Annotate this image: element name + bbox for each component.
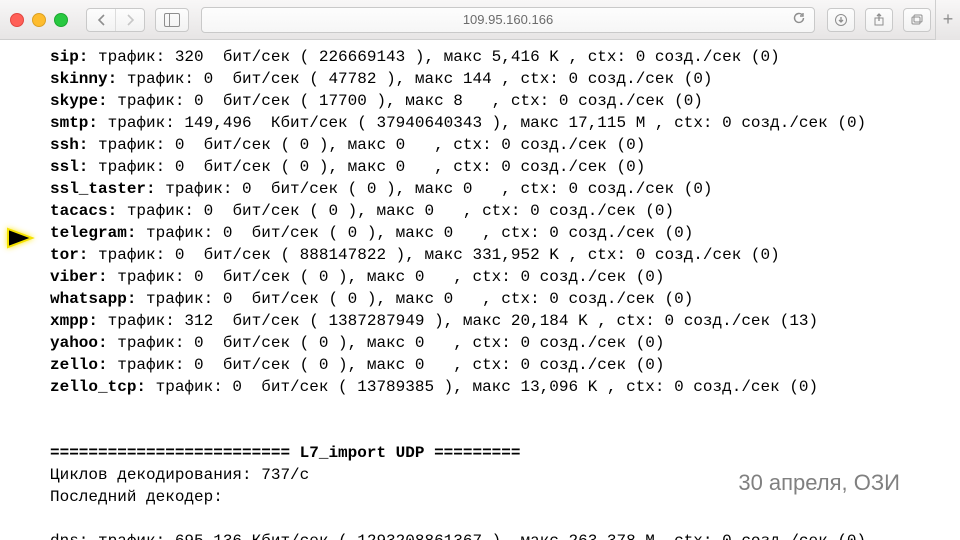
stat-row: telegram: трафик: 0 бит/сек ( 0 ), макс … <box>50 222 960 244</box>
zoom-icon[interactable] <box>54 13 68 27</box>
stat-row: sip: трафик: 320 бит/сек ( 226669143 ), … <box>50 46 960 68</box>
address-bar[interactable]: 109.95.160.166 <box>201 7 815 33</box>
window-controls <box>10 13 68 27</box>
new-tab-button[interactable]: + <box>935 0 960 40</box>
stat-row: whatsapp: трафик: 0 бит/сек ( 0 ), макс … <box>50 288 960 310</box>
url-text: 109.95.160.166 <box>463 12 553 27</box>
stat-row-partial: dns: трафик: 695,136 Кбит/сек ( 12932088… <box>50 530 960 540</box>
sidebar-icon <box>164 13 180 27</box>
pointer-marker-icon <box>4 225 40 256</box>
sidebar-toggle[interactable] <box>155 8 189 32</box>
stat-row: skype: трафик: 0 бит/сек ( 17700 ), макс… <box>50 90 960 112</box>
close-icon[interactable] <box>10 13 24 27</box>
stat-row: viber: трафик: 0 бит/сек ( 0 ), макс 0 ,… <box>50 266 960 288</box>
page-content: sip: трафик: 320 бит/сек ( 226669143 ), … <box>0 40 960 540</box>
toolbar-right <box>827 8 931 32</box>
caption-label: 30 апреля, ОЗИ <box>738 470 900 496</box>
stat-row: zello: трафик: 0 бит/сек ( 0 ), макс 0 ,… <box>50 354 960 376</box>
forward-button[interactable] <box>115 9 144 31</box>
stat-row: ssl: трафик: 0 бит/сек ( 0 ), макс 0 , c… <box>50 156 960 178</box>
stat-row: ssl_taster: трафик: 0 бит/сек ( 0 ), мак… <box>50 178 960 200</box>
stat-row: tor: трафик: 0 бит/сек ( 888147822 ), ма… <box>50 244 960 266</box>
stat-row: smtp: трафик: 149,496 Кбит/сек ( 3794064… <box>50 112 960 134</box>
stat-row: yahoo: трафик: 0 бит/сек ( 0 ), макс 0 ,… <box>50 332 960 354</box>
tabs-button[interactable] <box>903 8 931 32</box>
share-button[interactable] <box>865 8 893 32</box>
downloads-button[interactable] <box>827 8 855 32</box>
back-button[interactable] <box>87 9 115 31</box>
reload-icon[interactable] <box>792 11 806 28</box>
stat-row: ssh: трафик: 0 бит/сек ( 0 ), макс 0 , c… <box>50 134 960 156</box>
stat-row: tacacs: трафик: 0 бит/сек ( 0 ), макс 0 … <box>50 200 960 222</box>
minimize-icon[interactable] <box>32 13 46 27</box>
stat-row: zello_tcp: трафик: 0 бит/сек ( 13789385 … <box>50 376 960 398</box>
stat-row: xmpp: трафик: 312 бит/сек ( 1387287949 )… <box>50 310 960 332</box>
section-separator: ========================= L7_import UDP … <box>50 442 960 464</box>
stat-row: skinny: трафик: 0 бит/сек ( 47782 ), мак… <box>50 68 960 90</box>
nav-group <box>86 8 145 32</box>
titlebar: 109.95.160.166 + <box>0 0 960 40</box>
